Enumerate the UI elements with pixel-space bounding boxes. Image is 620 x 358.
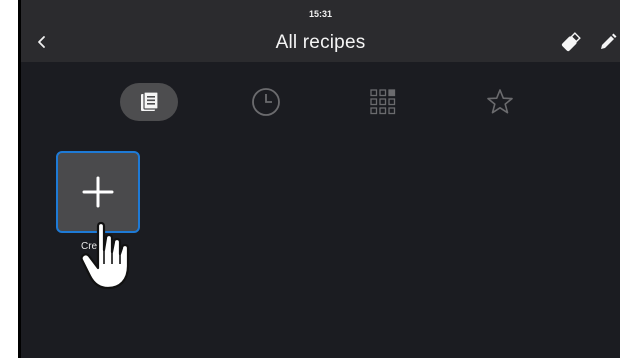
plus-icon	[82, 176, 114, 208]
star-icon	[487, 89, 513, 114]
edit-button[interactable]	[596, 30, 620, 54]
tab-categories[interactable]	[354, 80, 412, 124]
usb-export-button[interactable]	[559, 30, 583, 54]
pencil-icon	[601, 33, 617, 49]
usb-stick-icon	[561, 32, 581, 52]
recipes-content: Crea t e	[21, 62, 620, 358]
clock-icon	[252, 88, 280, 116]
app-header: 15:31 All recipes	[21, 0, 620, 62]
tab-recent[interactable]	[237, 80, 295, 124]
page-title: All recipes	[275, 32, 366, 53]
active-tab-pill	[120, 83, 178, 121]
tab-favorites[interactable]	[471, 80, 529, 124]
tab-recipe-book[interactable]	[120, 80, 178, 124]
grid-icon	[370, 89, 396, 115]
recipe-book-icon	[141, 91, 159, 111]
outer-frame-left	[0, 0, 19, 358]
device-screen: 15:31 All recipes	[19, 0, 620, 358]
tap-hand-icon	[80, 221, 130, 290]
status-time: 15:31	[308, 9, 333, 19]
